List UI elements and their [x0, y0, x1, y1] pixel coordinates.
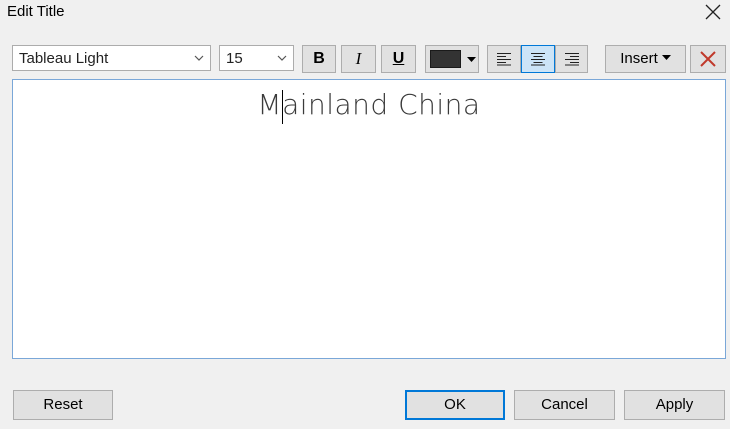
title-text: Mainland China: [257, 88, 481, 121]
text-color-button[interactable]: [425, 45, 479, 73]
font-family-value: Tableau Light: [19, 50, 109, 67]
close-button[interactable]: [700, 0, 726, 26]
italic-button[interactable]: I: [341, 45, 376, 73]
clear-x-icon: [700, 51, 716, 67]
insert-label: Insert: [620, 50, 658, 67]
font-size-select[interactable]: 15: [219, 45, 294, 71]
align-left-icon: [497, 53, 511, 66]
reset-button[interactable]: Reset: [13, 390, 113, 420]
caret-down-icon: [661, 55, 671, 61]
align-left-button[interactable]: [487, 45, 521, 73]
align-center-button[interactable]: [521, 45, 555, 73]
text-color-swatch: [430, 50, 461, 68]
caret-down-icon: [467, 57, 476, 62]
bold-button[interactable]: B: [302, 45, 336, 73]
clear-button[interactable]: [690, 45, 726, 73]
align-center-icon: [531, 53, 545, 66]
ok-button[interactable]: OK: [405, 390, 505, 420]
bold-label: B: [313, 50, 325, 67]
italic-label: I: [355, 49, 362, 68]
apply-button[interactable]: Apply: [624, 390, 725, 420]
underline-label: U: [392, 50, 405, 67]
dialog-title: Edit Title: [7, 3, 65, 20]
underline-button[interactable]: U: [381, 45, 416, 73]
edit-title-dialog: Edit Title Tableau Light 15 B I U Insert…: [0, 0, 730, 429]
align-right-button[interactable]: [555, 45, 588, 73]
formatting-toolbar: Tableau Light 15 B I U Insert: [12, 45, 726, 73]
close-icon: [705, 4, 721, 20]
align-right-icon: [564, 53, 579, 66]
font-family-select[interactable]: Tableau Light: [12, 45, 211, 71]
chevron-down-icon: [194, 55, 204, 61]
title-text-editor[interactable]: Mainland China: [12, 79, 726, 359]
insert-button[interactable]: Insert: [605, 45, 686, 73]
title-bar: Edit Title: [0, 0, 730, 28]
chevron-down-icon: [277, 55, 287, 61]
font-size-value: 15: [226, 50, 243, 67]
cancel-button[interactable]: Cancel: [514, 390, 615, 420]
